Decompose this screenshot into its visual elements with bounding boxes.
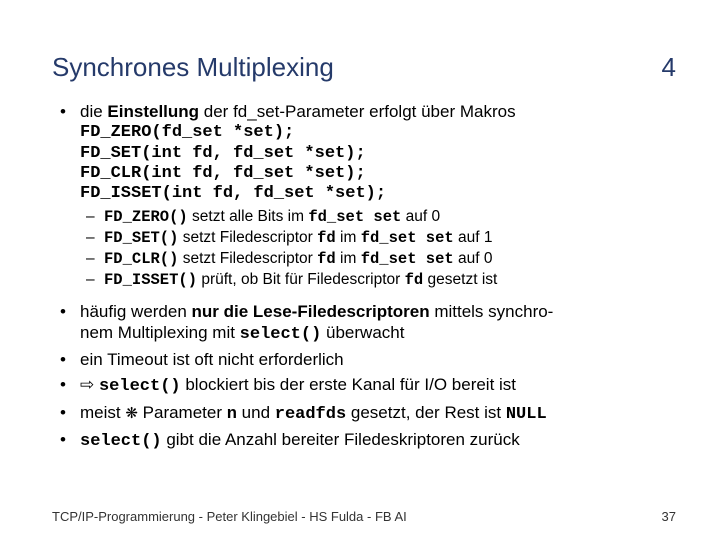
sub-bullet-item: FD_CLR() setzt Filedescriptor fd im fd_s… [80,249,676,270]
text: gesetzt, der Rest ist [346,403,506,422]
code-inline: FD_SET() [104,229,178,247]
sub-bullet-item: FD_ZERO() setzt alle Bits im fd_set set … [80,207,676,228]
code-inline: fd [317,229,336,247]
code-block: FD_ZERO(fd_set *set); FD_SET(int fd, fd_… [80,123,676,205]
text: setzt Filedescriptor [178,229,317,246]
text: auf 0 [454,250,493,267]
text: blockiert bis der erste Kanal für I/O be… [181,375,516,394]
bullet-list: die Einstellung der fd_set-Parameter erf… [52,101,676,452]
footer-text: TCP/IP-Programmierung - Peter Klingebiel… [52,509,407,524]
text: im [336,250,361,267]
code-inline: FD_CLR() [104,250,178,268]
code-inline: select() [240,325,322,344]
text: der fd_set-Parameter erfolgt über Makros [199,102,516,121]
text: prüft, ob Bit für Filedescriptor [197,271,405,288]
code-inline: NULL [506,405,547,424]
code-inline: select() [80,432,162,451]
bullet-item: häufig werden nur die Lese-Filedescripto… [52,301,676,346]
text: häufig werden [80,302,192,321]
text: überwacht [321,323,404,342]
text-bold: nur die Lese-Filedescriptoren [192,302,430,321]
code-inline: FD_ISSET() [104,271,197,289]
slide-title-row: Synchrones Multiplexing 4 [52,52,676,83]
sub-bullet-list: FD_ZERO() setzt alle Bits im fd_set set … [80,207,676,291]
text: im [336,229,361,246]
code-inline: fd [405,271,424,289]
text: nem Multiplexing mit [80,323,240,342]
page-number: 37 [662,509,676,524]
text: gesetzt ist [423,271,497,288]
code-inline: fd_set set [308,208,401,226]
text: auf 0 [401,208,440,225]
bullet-item: ein Timeout ist oft nicht erforderlich [52,349,676,370]
bullet-item: ⇨ select() blockiert bis der erste Kanal… [52,374,676,397]
text: Parameter [138,403,227,422]
text: die [80,102,107,121]
text: und [237,403,275,422]
code-inline: fd [317,250,336,268]
text: mittels synchro- [430,302,554,321]
text: setzt alle Bits im [188,208,309,225]
bullet-item: meist ❋ Parameter n und readfds gesetzt,… [52,402,676,425]
code-inline: readfds [275,405,346,424]
code-inline: FD_ZERO() [104,208,188,226]
code-inline: n [227,405,237,424]
text: meist [80,403,125,422]
text: setzt Filedescriptor [178,250,317,267]
text: gibt die Anzahl bereiter Filedeskriptore… [162,430,520,449]
text: auf 1 [454,229,493,246]
sub-bullet-item: FD_SET() setzt Filedescriptor fd im fd_s… [80,228,676,249]
text-bold: Einstellung [107,102,199,121]
slide-title: Synchrones Multiplexing [52,52,334,83]
sub-bullet-item: FD_ISSET() prüft, ob Bit für Filedescrip… [80,270,676,291]
code-inline: fd_set set [361,229,454,247]
arrow-icon: ⇨ [80,375,94,394]
bullet-item: die Einstellung der fd_set-Parameter erf… [52,101,676,291]
code-inline: fd_set set [361,250,454,268]
code-inline: select() [99,377,181,396]
text: ein Timeout ist oft nicht erforderlich [80,350,344,369]
gear-icon: ❋ [125,405,138,422]
bullet-item: select() gibt die Anzahl bereiter Filede… [52,429,676,452]
slide-section-number: 4 [662,52,676,83]
